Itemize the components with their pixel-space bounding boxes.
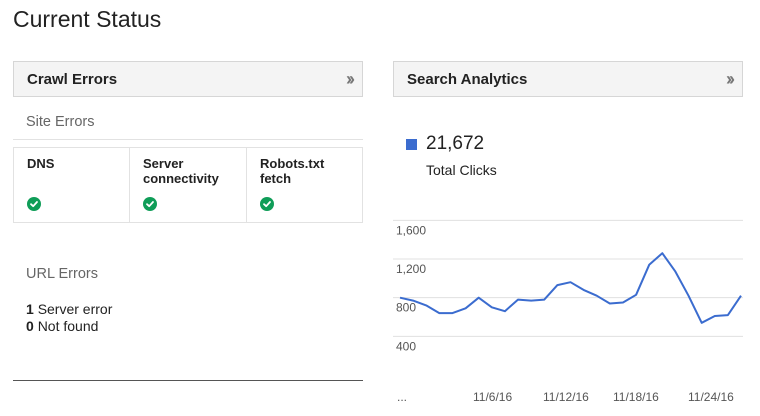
site-error-server-connectivity[interactable]: Server connectivity <box>130 148 247 222</box>
site-errors-label: Site Errors <box>26 114 95 130</box>
url-error-item[interactable]: 0 Not found <box>26 318 112 335</box>
check-circle-icon <box>260 197 274 211</box>
check-circle-icon <box>143 197 157 211</box>
url-error-label: Not found <box>37 318 99 334</box>
x-tick-label: ... <box>397 390 407 404</box>
url-error-count: 0 <box>26 318 34 334</box>
x-tick-label: 11/24/16 <box>688 390 734 404</box>
page-title: Current Status <box>13 6 162 32</box>
url-error-count: 1 <box>26 301 34 317</box>
site-error-robots-fetch[interactable]: Robots.txt fetch <box>247 148 362 222</box>
search-analytics-title: Search Analytics <box>407 70 528 88</box>
y-tick-label: 800 <box>396 301 416 315</box>
double-chevron-right-icon[interactable]: ›› <box>726 69 735 90</box>
site-errors-grid: DNS Server connectivity Robots.txt fetch <box>13 147 363 223</box>
x-tick-label: 11/18/16 <box>613 390 659 404</box>
crawl-errors-title: Crawl Errors <box>27 70 118 88</box>
url-errors-list: 1 Server error 0 Not found <box>26 301 112 335</box>
crawl-errors-bottom-divider <box>13 380 363 381</box>
double-chevron-right-icon[interactable]: ›› <box>346 69 355 90</box>
url-errors-label: URL Errors <box>26 266 98 282</box>
total-clicks-value: 21,672 <box>426 133 485 154</box>
url-error-item[interactable]: 1 Server error <box>26 301 112 318</box>
url-error-label: Server error <box>37 301 113 317</box>
site-errors-divider <box>13 139 363 140</box>
site-error-label: Robots.txt fetch <box>260 156 325 186</box>
site-error-label: Server connectivity <box>143 156 219 186</box>
series-line-total-clicks <box>399 252 742 324</box>
total-clicks-legend: 21,672 <box>406 133 484 155</box>
y-tick-label: 1,600 <box>396 223 426 237</box>
crawl-errors-panel: Crawl Errors ›› Site Errors DNS Server c… <box>13 61 363 391</box>
y-tick-label: 400 <box>396 339 416 353</box>
total-clicks-label: Total Clicks <box>426 162 497 178</box>
y-tick-label: 1,200 <box>396 262 426 276</box>
x-tick-label: 11/6/16 <box>473 390 512 404</box>
check-circle-icon <box>27 197 41 211</box>
crawl-errors-header[interactable]: Crawl Errors ›› <box>13 61 363 97</box>
x-tick-label: 11/12/16 <box>543 390 589 404</box>
search-analytics-header[interactable]: Search Analytics ›› <box>393 61 743 97</box>
site-error-label: DNS <box>27 156 55 171</box>
search-analytics-panel: Search Analytics ›› 21,672 Total Clicks … <box>393 61 743 411</box>
clicks-line-chart: 1,600 1,200 800 400... 11/6/16 11/12/16 11/18/… <box>393 219 743 404</box>
legend-swatch <box>406 138 417 150</box>
site-error-dns[interactable]: DNS <box>14 148 130 222</box>
